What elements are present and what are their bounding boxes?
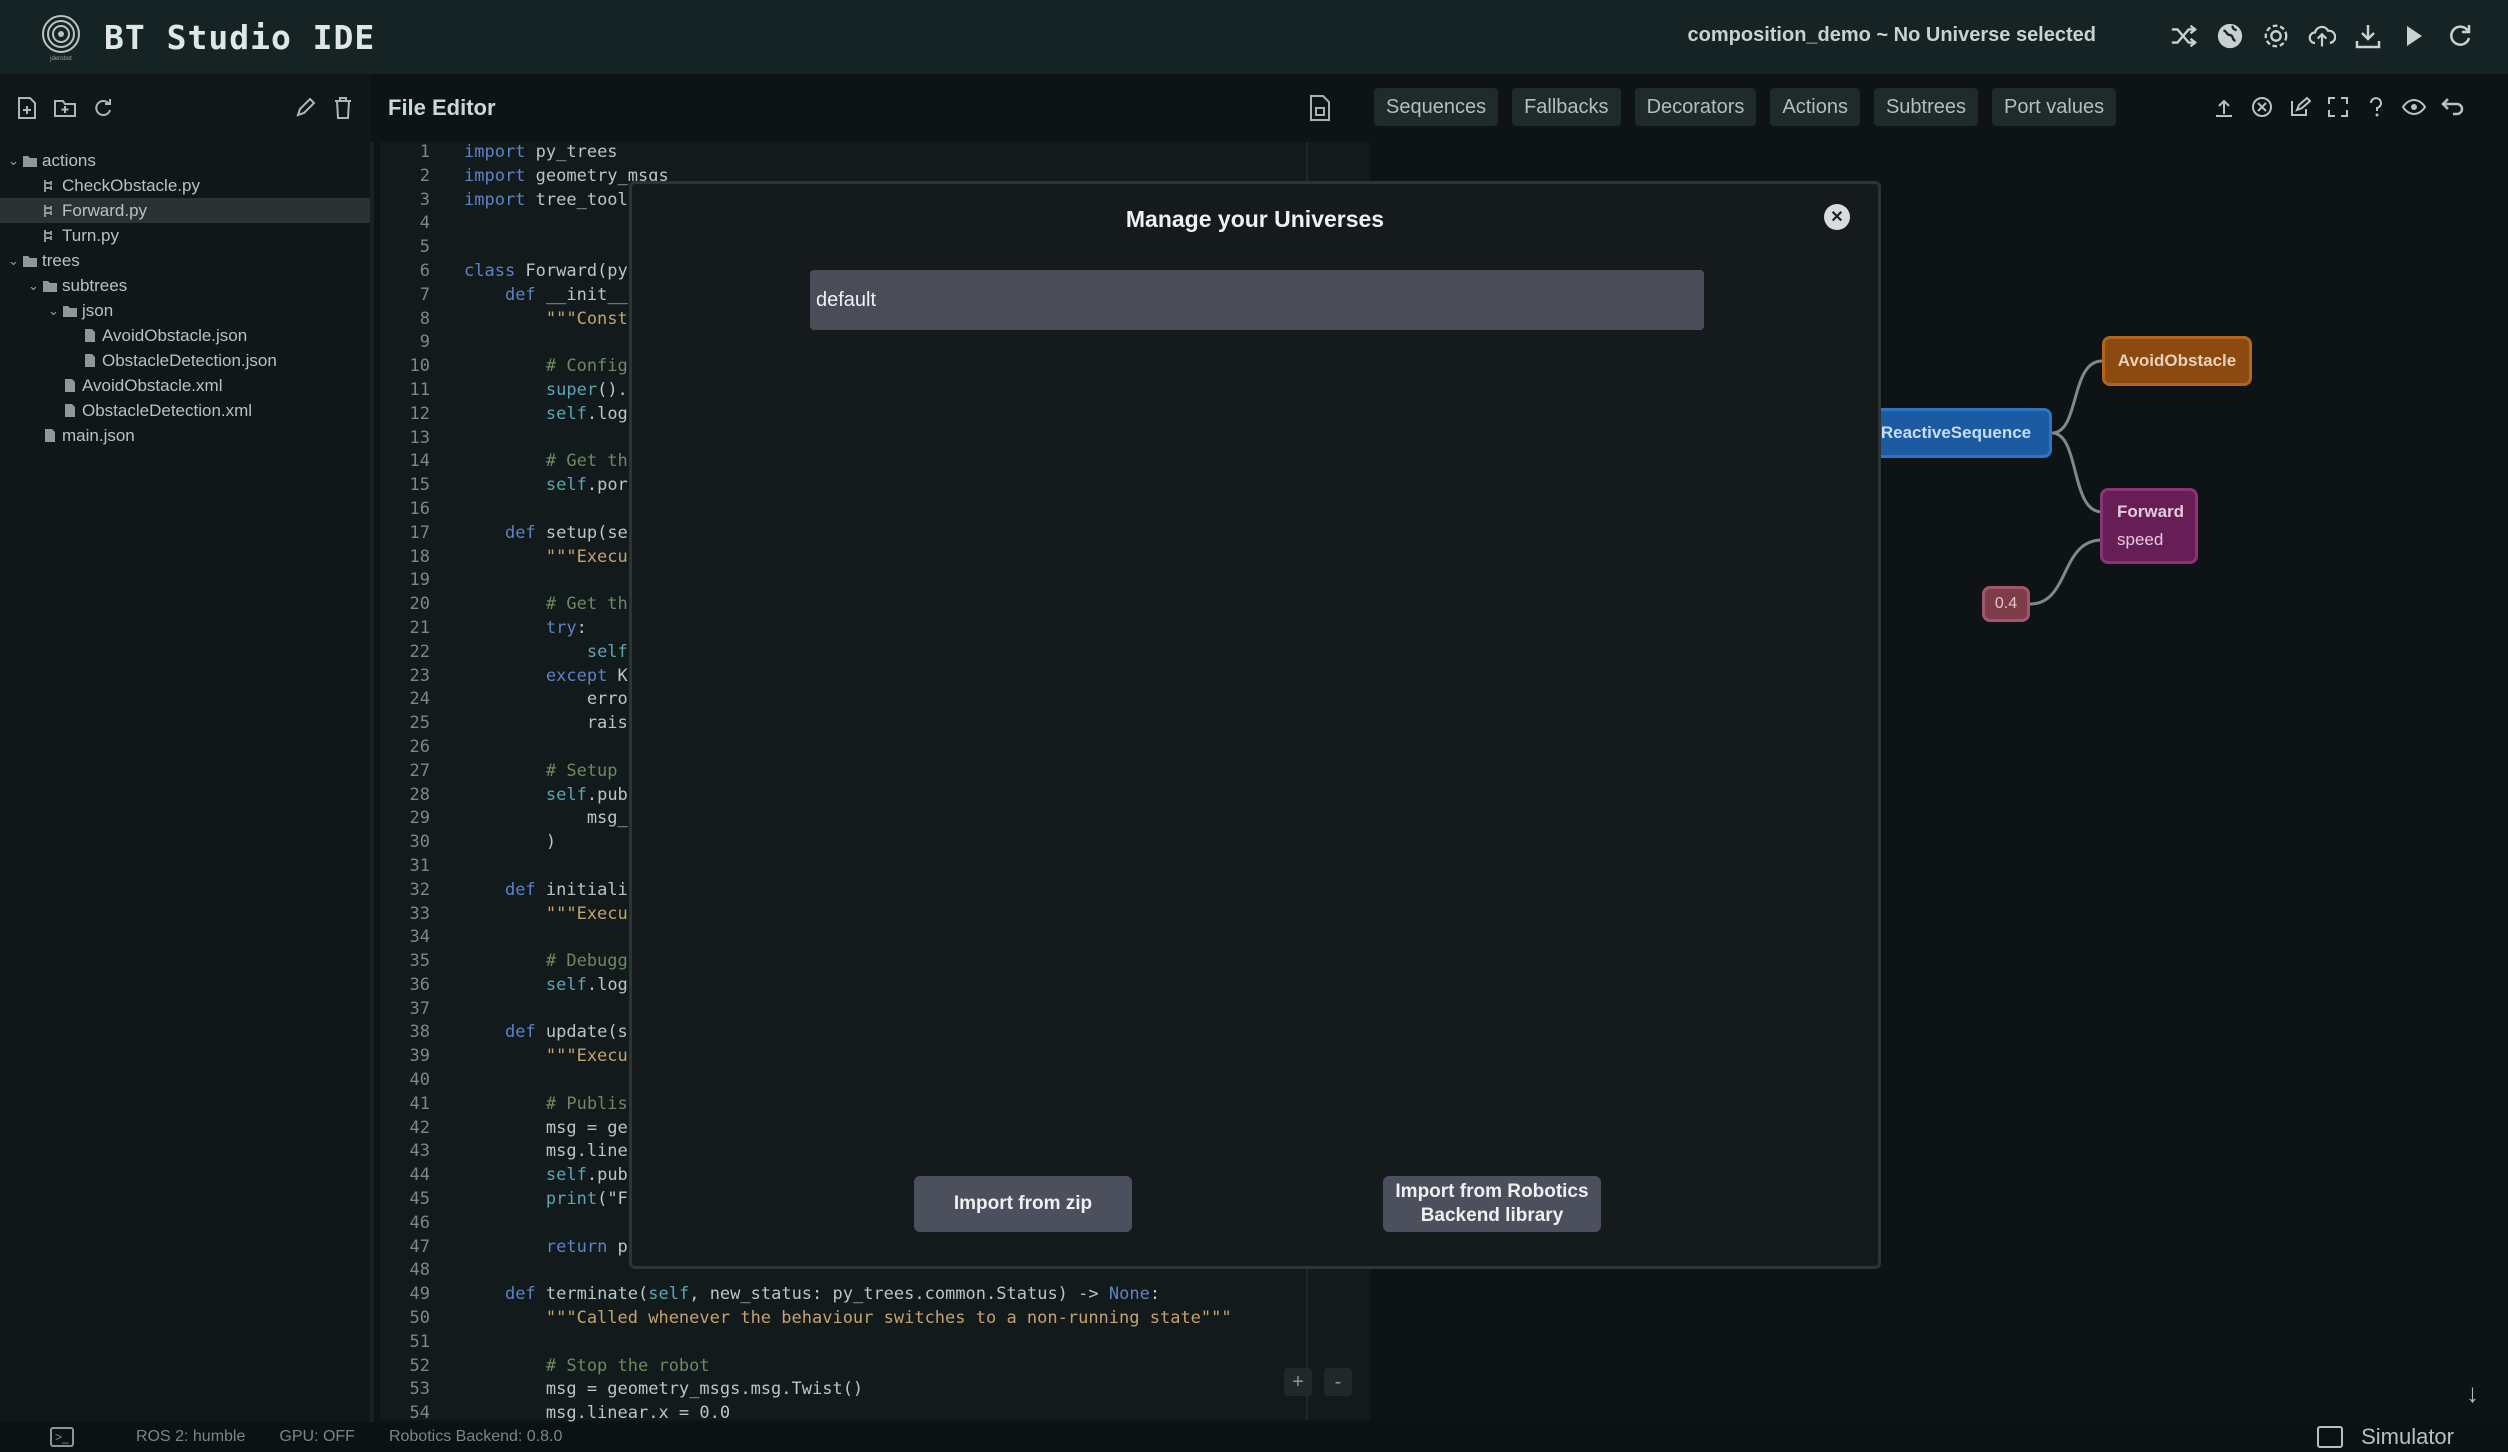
node-forward-port-speed[interactable]: speed [2117,530,2163,550]
node-forward-label: Forward [2117,502,2185,521]
node-reactive-sequence[interactable]: ReactiveSequence [1860,408,2052,458]
simulator-toggle[interactable]: Simulator [2317,1424,2454,1450]
manage-universes-modal: Manage your Universes ✕ default Import f… [629,181,1881,1269]
close-icon[interactable]: ✕ [1824,204,1850,230]
ros-version: ROS 2: humble [136,1428,246,1445]
image-icon [2317,1426,2344,1448]
terminal-icon[interactable]: >_ [50,1427,74,1447]
import-library-button[interactable]: Import from Robotics Backend library [1383,1176,1601,1232]
import-zip-button[interactable]: Import from zip [914,1176,1132,1232]
gpu-status: GPU: OFF [279,1428,355,1445]
modal-title: Manage your Universes [1125,206,1385,232]
node-port-value[interactable]: 0.4 [1982,586,2030,622]
app-root: jderobot BT Studio IDE composition_demo … [0,0,2508,1452]
arrow-down-icon[interactable]: ↓ [2466,1378,2479,1409]
backend-version: Robotics Backend: 0.8.0 [388,1428,563,1445]
status-bar: >_ ROS 2: humble GPU: OFF Robotics Backe… [0,1422,2508,1452]
node-forward[interactable]: Forward speed [2100,488,2198,564]
universe-item-default[interactable]: default [810,270,1704,330]
node-avoid-obstacle[interactable]: AvoidObstacle [2102,336,2252,386]
simulator-label: Simulator [2361,1424,2454,1449]
